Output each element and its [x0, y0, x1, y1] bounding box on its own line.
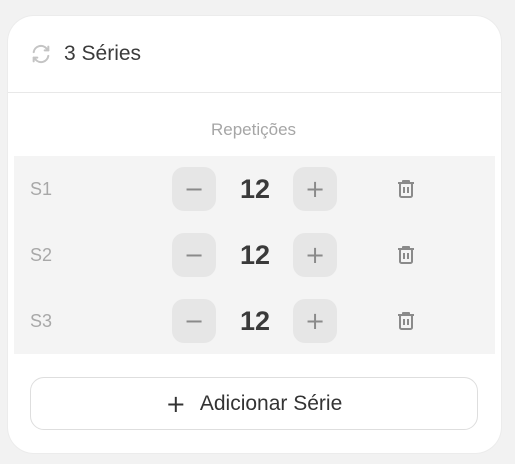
trash-icon[interactable]: [394, 177, 418, 201]
decrement-button[interactable]: −: [172, 299, 216, 343]
trash-icon[interactable]: [394, 243, 418, 267]
increment-button[interactable]: +: [293, 299, 337, 343]
decrement-button[interactable]: −: [172, 233, 216, 277]
series-card: 3 Séries Repetições S1 − 12 + S2 − 12 +: [8, 16, 501, 453]
plus-icon: +: [165, 389, 186, 418]
decrement-button[interactable]: −: [172, 167, 216, 211]
series-count-title: 3 Séries: [64, 42, 142, 65]
reps-column-label: Repetições: [210, 120, 297, 139]
reps-value: 12: [239, 174, 271, 204]
increment-button[interactable]: +: [293, 233, 337, 277]
trash-icon[interactable]: [394, 309, 418, 333]
set-row: S2 − 12 +: [14, 222, 495, 288]
add-series-label: Adicionar Série: [199, 391, 343, 415]
reps-value: 12: [239, 306, 271, 336]
set-label: S1: [30, 179, 53, 199]
add-series-button[interactable]: + Adicionar Série: [30, 377, 478, 430]
set-row: S1 − 12 +: [14, 156, 495, 222]
reps-value: 12: [239, 240, 271, 270]
sets-list: S1 − 12 + S2 − 12 + S3 − 12 +: [14, 156, 495, 354]
set-label: S3: [30, 311, 53, 331]
refresh-icon: [30, 43, 52, 65]
card-header: 3 Séries: [8, 16, 501, 93]
set-label: S2: [30, 245, 53, 265]
increment-button[interactable]: +: [293, 167, 337, 211]
set-row: S3 − 12 +: [14, 288, 495, 354]
